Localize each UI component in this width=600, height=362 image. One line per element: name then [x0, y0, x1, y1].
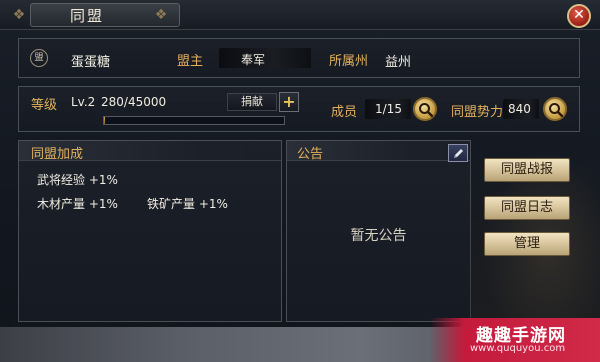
power-value: 840 [508, 102, 531, 116]
exp-progress-fill [104, 117, 106, 124]
alliance-bonus-panel: 同盟加成 武将经验 +1% 木材产量 +1% 铁矿产量 +1% [18, 140, 282, 322]
battle-report-button[interactable]: 同盟战报 [484, 158, 570, 182]
alliance-window: ❖ 同盟 ❖ ✕ 盟 蛋蛋糖 盟主 奉军 所属州 益州 等级 Lv.2 280/… [0, 0, 600, 362]
ornament-right-icon: ❖ [154, 7, 168, 23]
bonus-title: 同盟加成 [31, 147, 84, 162]
level-label: 等级 [31, 98, 58, 113]
notice-empty-text: 暂无公告 [350, 228, 407, 244]
exp-progress-bar [103, 116, 285, 125]
watermark-url: www.ququyou.com [470, 343, 566, 354]
bonus-item: 铁矿产量 +1% [147, 197, 228, 211]
members-search-button[interactable] [413, 97, 437, 121]
bonus-item: 木材产量 +1% [37, 197, 118, 211]
notice-header: 公告 [287, 141, 470, 162]
alliance-emblem-icon: 盟 [30, 49, 48, 67]
ornament-left-icon: ❖ [12, 7, 26, 23]
pencil-icon [454, 149, 463, 158]
power-search-button[interactable] [543, 97, 567, 121]
bonus-header: 同盟加成 [19, 141, 281, 162]
alliance-log-button[interactable]: 同盟日志 [484, 196, 570, 220]
plus-icon: + [282, 92, 296, 111]
notice-panel: 公告 暂无公告 [286, 140, 471, 322]
alliance-name: 蛋蛋糖 [71, 55, 111, 70]
leader-name[interactable]: 奉军 [241, 51, 265, 68]
state-label: 所属州 [329, 54, 369, 69]
alliance-stats-row: 等级 Lv.2 280/45000 捐献 + 成员 1/15 同盟势力 840 [18, 86, 580, 132]
power-label: 同盟势力 [451, 105, 504, 120]
search-icon [419, 103, 434, 118]
alliance-info-row: 盟 蛋蛋糖 盟主 奉军 所属州 益州 [18, 38, 580, 78]
exp-text: 280/45000 [101, 95, 167, 109]
close-icon: ✕ [573, 7, 585, 23]
edit-notice-button[interactable] [448, 144, 468, 162]
manage-button[interactable]: 管理 [484, 232, 570, 256]
donate-plus-button[interactable]: + [279, 92, 299, 112]
leader-label: 盟主 [177, 54, 204, 69]
members-label: 成员 [331, 105, 358, 120]
close-button[interactable]: ✕ [567, 4, 591, 28]
donate-button[interactable]: 捐献 [227, 93, 277, 111]
state-value: 益州 [385, 55, 412, 70]
bonus-item: 武将经验 +1% [37, 173, 118, 187]
level-value: Lv.2 [71, 95, 96, 109]
window-title: 同盟 [70, 7, 105, 25]
search-icon [549, 103, 564, 118]
notice-title: 公告 [297, 147, 324, 162]
members-value: 1/15 [375, 102, 402, 116]
title-bar: ❖ 同盟 ❖ ✕ [0, 0, 600, 30]
